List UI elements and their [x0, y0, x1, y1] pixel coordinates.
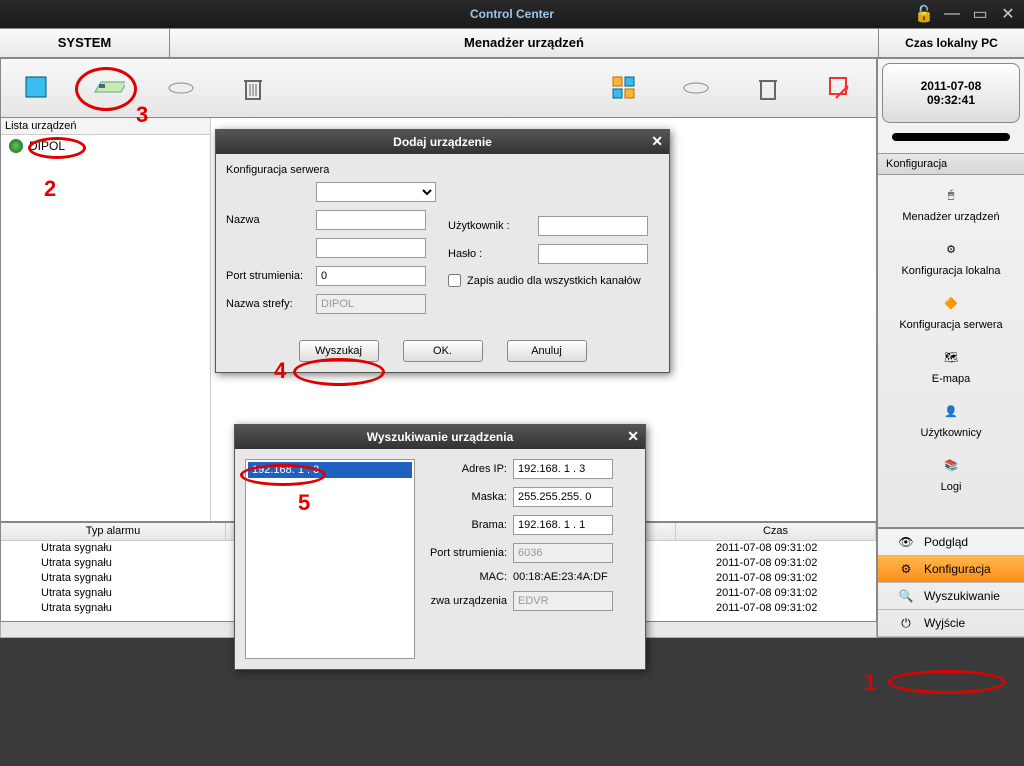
top-tabs: SYSTEM Menadżer urządzeń Czas lokalny PC: [0, 28, 1024, 58]
minimize-icon[interactable]: —: [944, 6, 960, 22]
trash-icon[interactable]: [237, 72, 269, 104]
device-list-item[interactable]: DIPOL: [1, 135, 210, 157]
tab-clock: Czas lokalny PC: [879, 29, 1024, 57]
config-icon: 📚: [937, 451, 965, 479]
window-title: Control Center: [470, 7, 554, 21]
config-item[interactable]: 🖱Menadżer urządzeń: [878, 175, 1024, 229]
device-list-header: Lista urządzeń: [1, 118, 210, 135]
import-icon[interactable]: [824, 72, 856, 104]
close-icon[interactable]: ✕: [651, 133, 663, 150]
disk-icon[interactable]: [165, 72, 197, 104]
stream-port-ro: [513, 543, 613, 563]
config-icon: 🔶: [937, 289, 965, 317]
mask-input[interactable]: [513, 487, 613, 507]
alarm-col-type[interactable]: Typ alarmu: [1, 523, 226, 540]
search-button[interactable]: Wyszukaj: [299, 340, 379, 362]
name-input[interactable]: [316, 210, 426, 230]
device-list-label: DIPOL: [29, 139, 65, 153]
clock-time: 09:32:41: [927, 93, 975, 107]
dialog-add-device: Dodaj urządzenie ✕ Konfiguracja serwera …: [215, 129, 670, 373]
found-device-list[interactable]: 192.168. 1 . 3: [245, 459, 415, 659]
lock-icon[interactable]: 🔓: [916, 6, 932, 22]
disk2-icon[interactable]: [680, 72, 712, 104]
exit-icon: ⏻: [896, 613, 916, 633]
ok-button[interactable]: OK.: [403, 340, 483, 362]
dialog-search-title[interactable]: Wyszukiwanie urządzenia ✕: [235, 425, 645, 449]
close-icon[interactable]: ✕: [627, 428, 639, 445]
status-bar: [892, 133, 1010, 141]
nav-exit[interactable]: ⏻Wyjście: [878, 610, 1024, 637]
tab-system[interactable]: SYSTEM: [0, 29, 170, 57]
add-zone-icon[interactable]: [21, 72, 53, 104]
stream-port-input[interactable]: [316, 266, 426, 286]
tab-device-manager[interactable]: Menadżer urządzeń: [170, 29, 879, 57]
user-input[interactable]: [538, 216, 648, 236]
audio-all-checkbox[interactable]: [448, 274, 461, 287]
config-item[interactable]: 👤Użytkownicy: [878, 391, 1024, 445]
config-icon: 🗺: [937, 343, 965, 371]
globe-icon: [9, 139, 23, 153]
grid-icon[interactable]: [608, 72, 640, 104]
ip-input[interactable]: [513, 459, 613, 479]
mac-value: 00:18:AE:23:4A:DF: [513, 571, 608, 583]
device-name-ro: [513, 591, 613, 611]
device-list-panel: Lista urządzeń DIPOL: [1, 118, 211, 521]
maximize-icon[interactable]: ▭: [972, 6, 988, 22]
device-type-select[interactable]: [316, 182, 436, 202]
found-device-item[interactable]: 192.168. 1 . 3: [248, 462, 412, 478]
annotation-circle-1: [888, 670, 1006, 694]
alarm-col-time[interactable]: Czas: [676, 523, 876, 540]
cancel-button[interactable]: Anuluj: [507, 340, 587, 362]
password-input[interactable]: [538, 244, 648, 264]
config-item[interactable]: 🔶Konfiguracja serwera: [878, 283, 1024, 337]
search-icon: 🔍: [896, 586, 916, 606]
dialog-add-title[interactable]: Dodaj urządzenie ✕: [216, 130, 669, 154]
dialog-search-device: Wyszukiwanie urządzenia ✕ 192.168. 1 . 3…: [234, 424, 646, 670]
server-config-label: Konfiguracja serwera: [226, 164, 659, 176]
toolbar: [0, 58, 877, 118]
nav-config[interactable]: ⚙Konfiguracja: [878, 556, 1024, 583]
config-item[interactable]: 📚Logi: [878, 445, 1024, 499]
close-icon[interactable]: ✕: [1000, 6, 1016, 22]
config-icon: ⚙: [937, 235, 965, 263]
clock-date: 2011-07-08: [921, 79, 982, 93]
gateway-input[interactable]: [513, 515, 613, 535]
add-device-icon[interactable]: [93, 72, 125, 104]
config-icon: 🖱: [937, 181, 965, 209]
clock-display: 2011-07-08 09:32:41: [882, 63, 1020, 123]
gear-icon: ⚙: [896, 559, 916, 579]
annotation-number-1: 1: [864, 670, 876, 696]
bottom-nav: 👁Podgląd ⚙Konfiguracja 🔍Wyszukiwanie ⏻Wy…: [877, 528, 1024, 638]
config-item[interactable]: 🗺E-mapa: [878, 337, 1024, 391]
config-section-header[interactable]: Konfiguracja: [878, 153, 1024, 175]
config-icon: 👤: [937, 397, 965, 425]
zone-input: [316, 294, 426, 314]
trash2-icon[interactable]: [752, 72, 784, 104]
config-item[interactable]: ⚙Konfiguracja lokalna: [878, 229, 1024, 283]
nav-preview[interactable]: 👁Podgląd: [878, 529, 1024, 556]
nav-search[interactable]: 🔍Wyszukiwanie: [878, 583, 1024, 610]
address-input[interactable]: [316, 238, 426, 258]
window-titlebar: Control Center 🔓 — ▭ ✕: [0, 0, 1024, 28]
eye-icon: 👁: [896, 532, 916, 552]
